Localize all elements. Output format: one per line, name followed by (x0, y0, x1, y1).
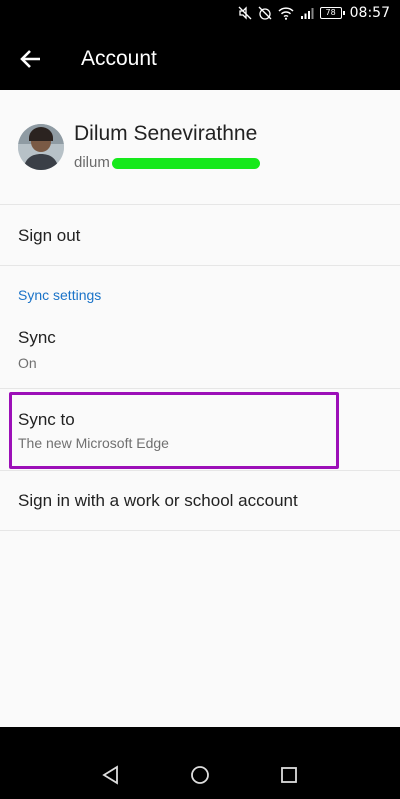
work-account-label: Sign in with a work or school account (18, 491, 298, 510)
sign-out-label: Sign out (18, 226, 81, 245)
highlight-annotation-box (9, 392, 339, 469)
app-bar: Account (0, 28, 400, 90)
battery-icon: 78 (319, 7, 345, 19)
email-redaction-mark (112, 158, 260, 169)
sync-status: On (18, 355, 37, 371)
mute-icon (238, 6, 252, 20)
account-content: Dilum Senevirathne dilum .com Sign out S… (0, 90, 400, 727)
sync-label: Sync (18, 328, 56, 347)
sign-out-item[interactable]: Sign out (0, 204, 400, 266)
navigation-bar (0, 727, 400, 799)
alarm-off-icon (258, 6, 272, 20)
nav-recents-icon[interactable] (279, 765, 299, 789)
wifi-icon (278, 6, 294, 20)
sync-item[interactable]: Sync On (0, 312, 400, 389)
nav-home-icon[interactable] (190, 765, 210, 789)
section-header-sync-settings: Sync settings (18, 287, 102, 303)
signal-icon (300, 7, 314, 20)
avatar (18, 124, 64, 170)
status-bar: 78 08:57 (0, 0, 400, 28)
clock: 08:57 (349, 5, 390, 21)
work-account-signin-item[interactable]: Sign in with a work or school account (0, 470, 400, 531)
nav-back-icon[interactable] (101, 765, 121, 789)
page-title: Account (81, 47, 157, 70)
back-arrow-icon[interactable] (16, 44, 46, 74)
status-icons: 78 08:57 (238, 5, 390, 21)
profile-name: Dilum Senevirathne (74, 122, 258, 145)
profile-header: Dilum Senevirathne dilum .com (0, 90, 400, 205)
